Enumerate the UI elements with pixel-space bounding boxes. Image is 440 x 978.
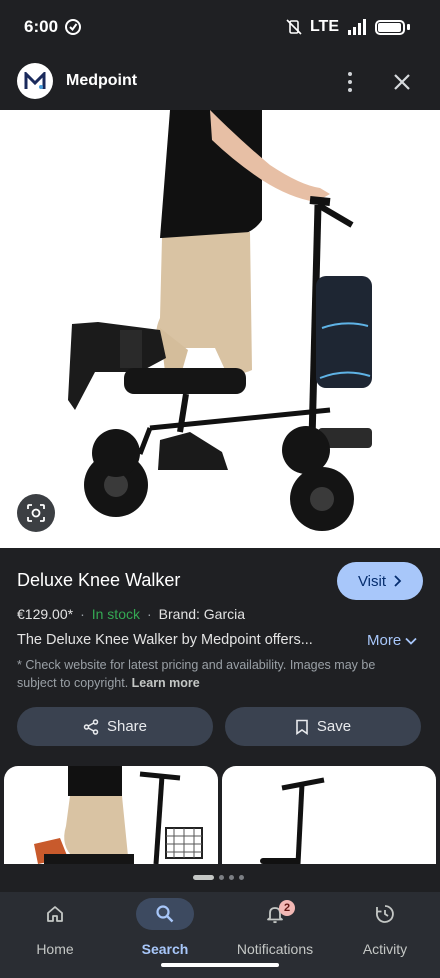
stock-status: In stock	[91, 606, 140, 622]
nav-activity[interactable]: Activity	[330, 892, 440, 962]
status-icons: LTE	[286, 16, 410, 38]
knee-walker-illustration	[68, 110, 372, 531]
page-header: Medpoint	[0, 54, 440, 110]
visit-label: Visit	[357, 572, 387, 590]
medpoint-logo-icon	[24, 72, 46, 89]
status-bar: 6:00 LTE	[0, 0, 440, 54]
product-meta: €129.00* · In stock · Brand: Garcia	[17, 606, 246, 622]
nav-search[interactable]: Search	[110, 892, 220, 962]
network-type: LTE	[309, 18, 339, 35]
carousel-indicator	[193, 875, 244, 880]
disclaimer: * Check website for latest pricing and a…	[17, 656, 417, 692]
related-knee-walker-illustration	[260, 777, 325, 864]
related-knee-walker-illustration	[34, 766, 203, 864]
battery-cap	[407, 24, 410, 30]
home-icon	[47, 906, 63, 922]
product-price: €129.00*	[17, 606, 74, 622]
lens-icon	[27, 504, 45, 522]
learn-more-link[interactable]: Learn more	[132, 676, 200, 690]
home-indicator[interactable]	[161, 963, 279, 967]
share-button[interactable]: Share	[17, 707, 213, 746]
product-image[interactable]	[0, 110, 440, 548]
site-logo	[17, 63, 53, 99]
nav-home-label: Home	[36, 941, 74, 957]
more-label: More	[367, 632, 402, 649]
nav-activity-label: Activity	[362, 941, 408, 957]
chevron-right-icon	[394, 575, 402, 587]
search-icon	[156, 905, 174, 923]
visit-button[interactable]: Visit	[337, 562, 423, 600]
site-name: Medpoint	[66, 72, 138, 89]
related-image[interactable]	[222, 766, 436, 864]
save-label: Save	[316, 718, 352, 735]
product-description: The Deluxe Knee Walker by Medpoint offer…	[17, 632, 313, 648]
product-brand: Brand: Garcia	[158, 606, 246, 622]
notification-badge: 2	[279, 900, 295, 916]
nav-home[interactable]: Home	[0, 892, 110, 962]
product-title: Deluxe Knee Walker	[17, 570, 181, 590]
data-saver-icon	[65, 19, 81, 35]
battery-icon	[375, 19, 405, 35]
more-options-button[interactable]	[340, 68, 360, 96]
vibrate-mute-icon	[286, 19, 302, 35]
nav-search-label: Search	[141, 941, 189, 957]
nav-notifications-label: Notifications	[236, 941, 314, 957]
more-button[interactable]: More	[367, 632, 417, 649]
lens-search-button[interactable]	[17, 494, 55, 532]
chevron-down-icon	[405, 637, 417, 645]
nav-notifications[interactable]: 2 Notifications	[220, 892, 330, 962]
share-label: Share	[106, 718, 148, 735]
signal-icon	[348, 19, 366, 35]
save-button[interactable]: Save	[225, 707, 421, 746]
close-icon[interactable]	[390, 70, 414, 94]
bookmark-icon	[296, 719, 308, 735]
related-image[interactable]	[4, 766, 218, 864]
history-icon	[376, 905, 394, 923]
share-icon	[83, 718, 99, 735]
status-time: 6:00	[24, 17, 59, 36]
